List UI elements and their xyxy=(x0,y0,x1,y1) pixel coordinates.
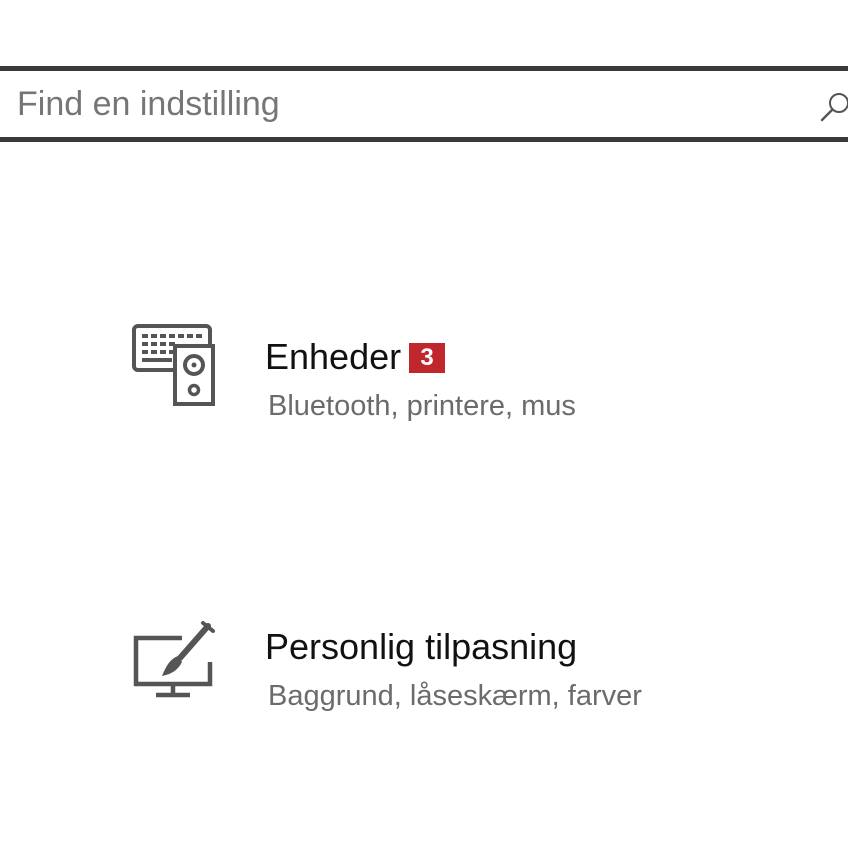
settings-item-title: Enheder 3 xyxy=(265,336,446,378)
settings-item-personalization[interactable]: Personlig tilpasning Baggrund, låseskærm… xyxy=(120,612,740,742)
search-input[interactable] xyxy=(17,71,777,137)
settings-item-subtitle: Baggrund, låseskærm, farver xyxy=(268,680,642,712)
search-box[interactable] xyxy=(0,66,848,142)
settings-item-title-text: Enheder xyxy=(265,336,402,377)
personalization-icon xyxy=(133,621,215,698)
settings-item-title: Personlig tilpasning xyxy=(265,626,578,667)
settings-item-subtitle: Bluetooth, printere, mus xyxy=(268,390,576,422)
step-badge: 3 xyxy=(409,343,446,373)
settings-item-devices[interactable]: Enheder 3 Bluetooth, printere, mus xyxy=(120,312,740,442)
devices-icon xyxy=(132,324,215,406)
search-icon[interactable] xyxy=(819,91,848,123)
